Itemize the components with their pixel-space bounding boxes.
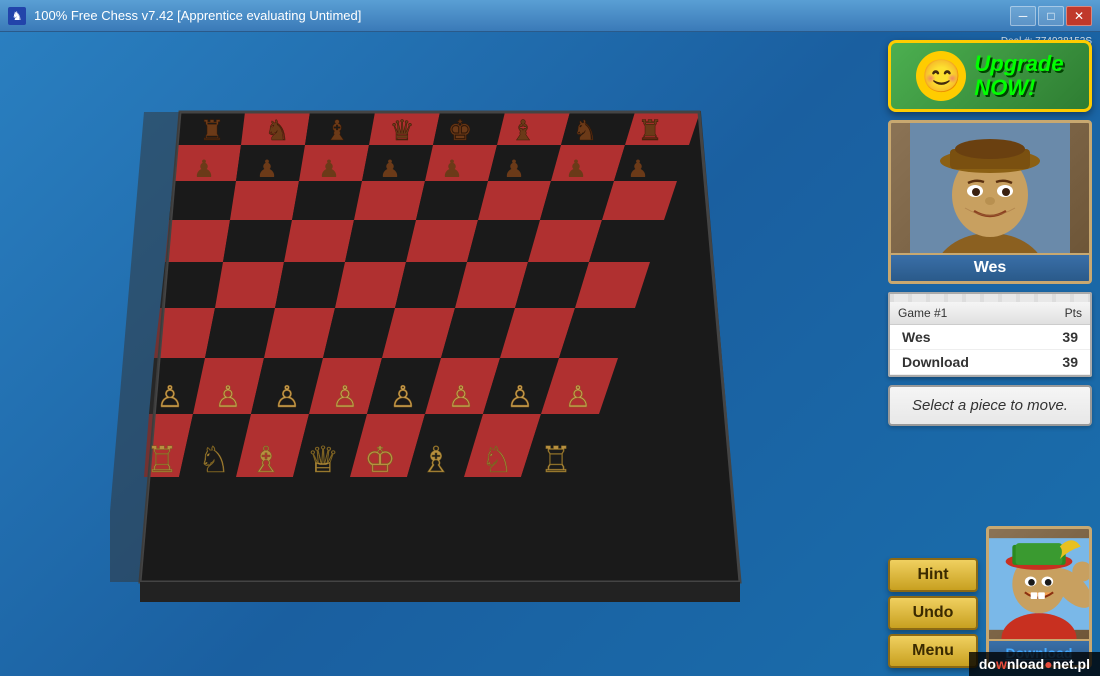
smiley-icon: 😊 xyxy=(916,51,966,101)
watermark-text: download●net.pl xyxy=(979,656,1090,672)
svg-text:♖: ♖ xyxy=(540,439,572,480)
svg-text:♟: ♟ xyxy=(379,156,401,183)
window-controls: ─ □ ✕ xyxy=(1010,6,1092,26)
undo-button[interactable]: Undo xyxy=(888,596,978,630)
svg-text:♞: ♞ xyxy=(12,9,23,23)
close-button[interactable]: ✕ xyxy=(1066,6,1092,26)
svg-text:♞: ♞ xyxy=(264,115,289,146)
svg-text:♟: ♟ xyxy=(565,156,587,183)
svg-text:♘: ♘ xyxy=(198,439,230,480)
svg-text:♙: ♙ xyxy=(274,381,301,414)
player-avatar-bottom: Download xyxy=(986,526,1092,668)
svg-text:♙: ♙ xyxy=(215,381,242,414)
upgrade-text-line2: NOW! xyxy=(974,76,1035,100)
maximize-button[interactable]: □ xyxy=(1038,6,1064,26)
svg-text:♗: ♗ xyxy=(250,439,282,480)
player-name-top: Wes xyxy=(891,253,1089,281)
svg-text:♝: ♝ xyxy=(510,115,535,146)
watermark-highlight: w xyxy=(996,656,1007,672)
upgrade-banner[interactable]: 😊 Upgrade NOW! xyxy=(888,40,1092,112)
score-row-wes: Wes 39 xyxy=(890,325,1090,350)
menu-button[interactable]: Menu xyxy=(888,634,978,668)
score-player-2-name: Download xyxy=(902,354,969,370)
avatar-svg-bottom xyxy=(989,529,1089,639)
bottom-row: Hint Undo Menu xyxy=(888,526,1092,668)
avatar-image-bottom xyxy=(989,529,1089,639)
watermark: download●net.pl xyxy=(969,652,1100,676)
score-player-2-pts: 39 xyxy=(1062,354,1078,370)
score-player-1-name: Wes xyxy=(902,329,931,345)
svg-text:♔: ♔ xyxy=(364,439,396,480)
svg-text:♟: ♟ xyxy=(627,156,649,183)
svg-text:♖: ♖ xyxy=(146,439,178,480)
svg-text:♜: ♜ xyxy=(199,115,224,146)
chess-area: ♜ ♞ ♝ ♛ ♚ ♝ ♞ ♜ xyxy=(0,32,880,676)
watermark-dot: ● xyxy=(1044,656,1052,672)
score-table: Game #1 Pts Wes 39 Download 39 xyxy=(888,292,1092,377)
main-content: Deal #: 774938152S xyxy=(0,32,1100,676)
svg-text:♛: ♛ xyxy=(389,115,414,146)
score-row-download: Download 39 xyxy=(890,350,1090,375)
notebook-spiral xyxy=(890,294,1090,302)
svg-text:♗: ♗ xyxy=(420,439,452,480)
right-panel: 😊 Upgrade NOW! xyxy=(880,32,1100,676)
svg-text:♟: ♟ xyxy=(441,156,463,183)
hint-button[interactable]: Hint xyxy=(888,558,978,592)
svg-text:♜: ♜ xyxy=(637,115,662,146)
svg-text:♟: ♟ xyxy=(318,156,340,183)
svg-text:♚: ♚ xyxy=(447,115,472,146)
svg-text:♘: ♘ xyxy=(481,439,513,480)
window-title: 100% Free Chess v7.42 [Apprentice evalua… xyxy=(34,8,361,23)
minimize-button[interactable]: ─ xyxy=(1010,6,1036,26)
player-avatar-top: Wes xyxy=(888,120,1092,284)
svg-text:♞: ♞ xyxy=(572,115,597,146)
svg-text:♙: ♙ xyxy=(507,381,534,414)
chess-board-wrapper[interactable]: ♜ ♞ ♝ ♛ ♚ ♝ ♞ ♜ xyxy=(110,52,770,657)
svg-text:♙: ♙ xyxy=(332,381,359,414)
app-icon: ♞ xyxy=(8,7,26,25)
upgrade-text-line1: Upgrade xyxy=(974,52,1063,76)
svg-text:♟: ♟ xyxy=(503,156,525,183)
title-bar-left: ♞ 100% Free Chess v7.42 [Apprentice eval… xyxy=(8,7,361,25)
pts-label: Pts xyxy=(1065,306,1082,320)
svg-text:♙: ♙ xyxy=(565,381,592,414)
game-label: Game #1 xyxy=(898,306,947,320)
svg-text:♙: ♙ xyxy=(448,381,475,414)
svg-text:♟: ♟ xyxy=(256,156,278,183)
game-buttons: Hint Undo Menu xyxy=(888,558,978,668)
svg-text:♙: ♙ xyxy=(157,381,184,414)
chess-board-svg[interactable]: ♜ ♞ ♝ ♛ ♚ ♝ ♞ ♜ xyxy=(110,52,770,652)
title-bar: ♞ 100% Free Chess v7.42 [Apprentice eval… xyxy=(0,0,1100,32)
svg-text:♟: ♟ xyxy=(193,156,215,183)
svg-text:♝: ♝ xyxy=(324,115,349,146)
score-player-1-pts: 39 xyxy=(1062,329,1078,345)
svg-text:♙: ♙ xyxy=(390,381,417,414)
status-message: Select a piece to move. xyxy=(888,385,1092,426)
svg-text:♕: ♕ xyxy=(307,439,339,480)
score-header: Game #1 Pts xyxy=(890,302,1090,325)
avatar-image-top xyxy=(891,123,1089,253)
avatar-svg-top xyxy=(910,123,1070,253)
